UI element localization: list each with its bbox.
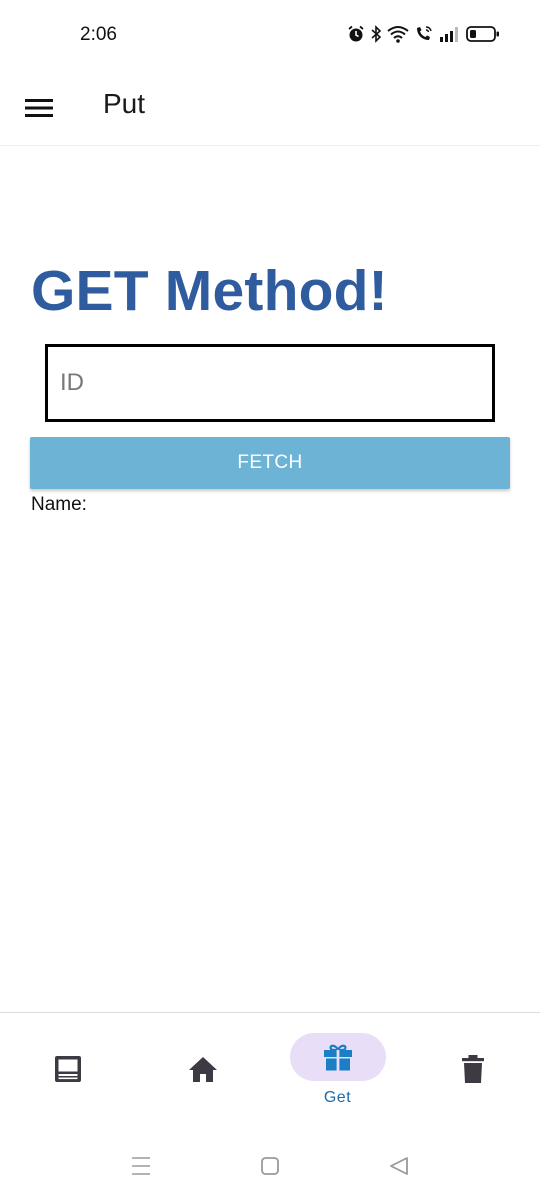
wifi-icon — [387, 26, 409, 43]
nav-item-laptop[interactable] — [0, 1013, 135, 1131]
gift-icon — [323, 1044, 352, 1071]
alarm-icon — [348, 25, 364, 42]
app-title: Put — [103, 88, 146, 119]
status-icons — [347, 25, 500, 43]
nav-item-delete[interactable] — [405, 1013, 540, 1131]
app-bar: Put — [0, 72, 540, 146]
nav-item-home[interactable] — [135, 1013, 270, 1131]
status-time: 2:06 — [80, 24, 117, 45]
back-icon[interactable] — [387, 1154, 411, 1178]
bluetooth-icon — [371, 25, 382, 43]
signal-icon — [440, 27, 458, 42]
home-square-icon[interactable] — [258, 1154, 282, 1178]
nav-label-get: Get — [323, 1089, 352, 1106]
name-label: Name: — [31, 494, 87, 515]
laptop-icon — [54, 1056, 81, 1082]
recents-icon[interactable] — [129, 1154, 153, 1178]
nav-item-get[interactable]: Get — [270, 1013, 405, 1131]
bottom-nav: Get — [0, 1012, 540, 1130]
id-input[interactable] — [45, 344, 495, 422]
trash-icon — [461, 1055, 484, 1083]
wifi-calling-icon — [417, 26, 432, 40]
status-bar: 2:06 — [0, 0, 540, 72]
hamburger-menu-icon[interactable] — [24, 93, 54, 123]
fetch-button[interactable]: FETCH — [30, 437, 510, 489]
system-nav — [0, 1130, 540, 1200]
battery-icon — [466, 26, 499, 42]
screen: 2:06 Put GET Method! ID FETCH Name: Get — [0, 0, 540, 1200]
home-icon — [188, 1057, 217, 1082]
page-heading: GET Method! — [31, 259, 388, 323]
name-row: Name: — [31, 494, 87, 516]
